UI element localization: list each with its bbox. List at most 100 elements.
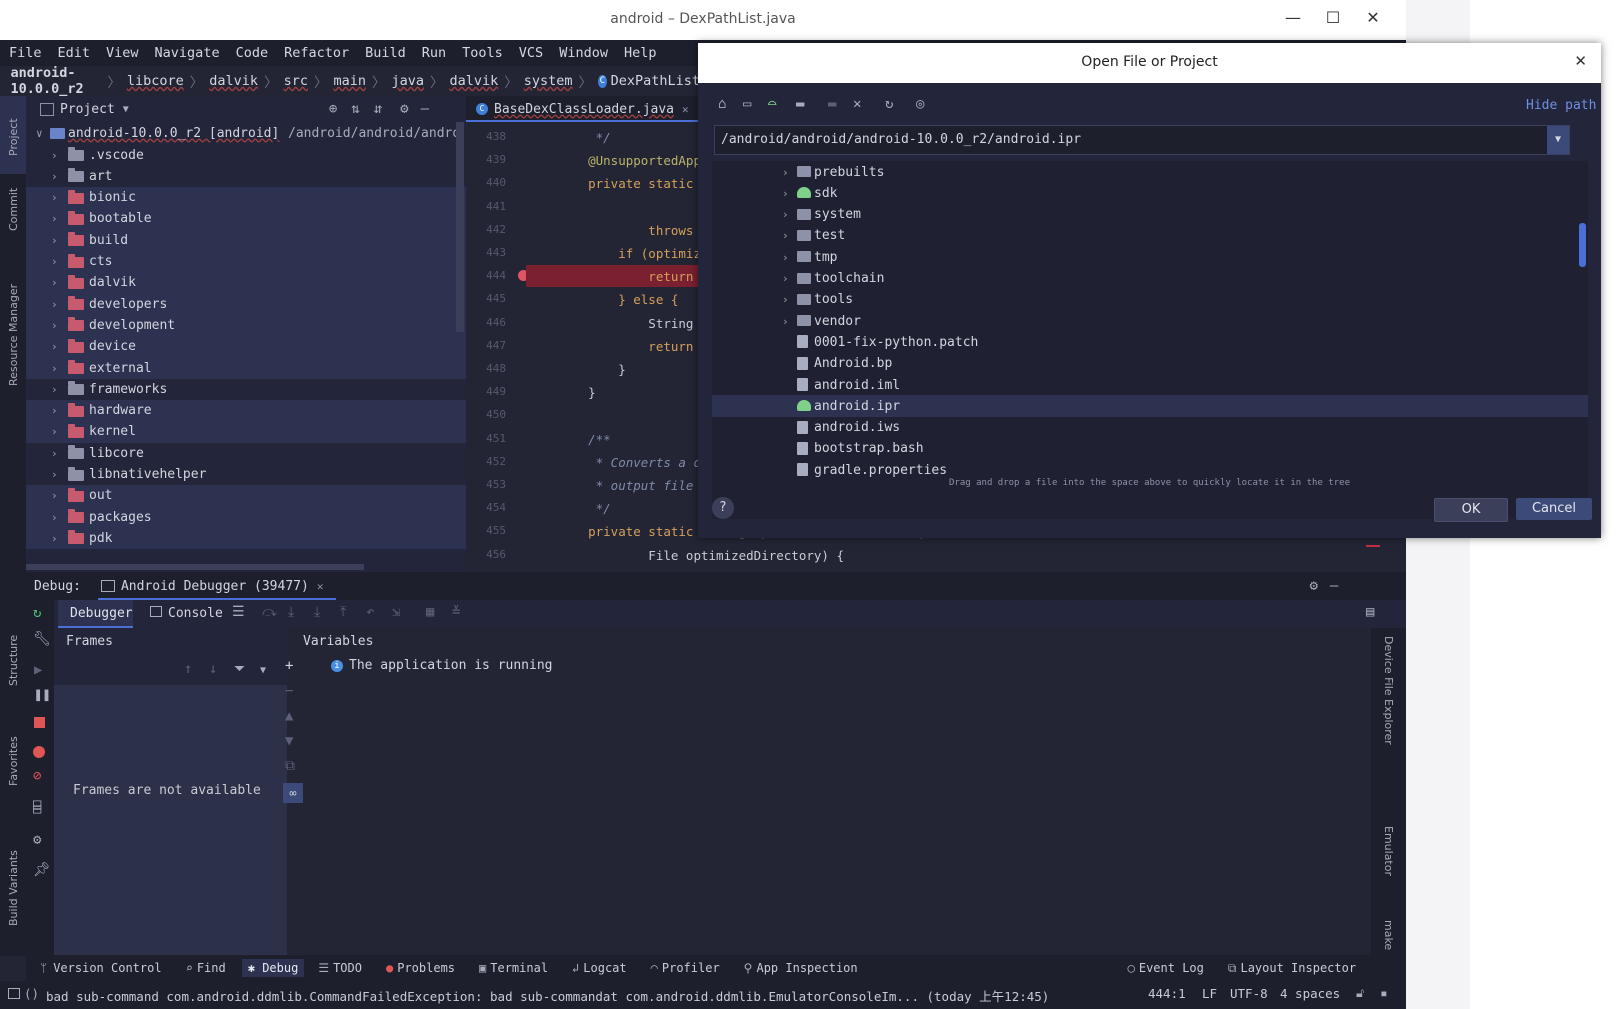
path-history-dropdown[interactable]: ▼ <box>1547 126 1569 154</box>
chevron-down-icon[interactable]: ▼ <box>123 104 129 115</box>
chevron-right-icon[interactable]: › <box>51 276 58 289</box>
favorites-tool-tab[interactable]: Favorites <box>7 736 20 786</box>
tree-item[interactable]: › hardware <box>26 399 466 422</box>
event-log-tool[interactable]: Event Log <box>1139 961 1204 975</box>
tree-item[interactable]: › developers <box>26 293 466 316</box>
chevron-right-icon[interactable]: › <box>782 208 789 221</box>
lock-icon[interactable]: 🔓︎ <box>1356 985 1364 1001</box>
stop-icon[interactable] <box>34 717 45 728</box>
expand-all-icon[interactable]: ⇅ <box>351 101 359 117</box>
menu-lines-icon[interactable]: ☰ <box>232 604 245 620</box>
breadcrumb-item[interactable]: android-10.0.0_r2 <box>11 65 102 97</box>
chevron-right-icon[interactable]: › <box>782 187 789 200</box>
delete-icon[interactable]: ✕ <box>853 96 861 112</box>
menu-view[interactable]: View <box>97 45 146 61</box>
gear-icon[interactable]: ⚙ <box>400 101 408 117</box>
find-tool[interactable]: Find <box>197 961 226 975</box>
breadcrumb-item[interactable]: DexPathList <box>611 73 700 89</box>
tree-item[interactable]: › pdk <box>26 527 466 550</box>
close-icon[interactable]: ✕ <box>1358 8 1388 27</box>
menu-code[interactable]: Code <box>227 45 276 61</box>
chevron-right-icon[interactable]: › <box>782 229 789 242</box>
make-tool-tab[interactable]: make <box>1382 920 1395 950</box>
home-icon[interactable]: ⌂ <box>718 96 726 112</box>
chevron-right-icon[interactable]: › <box>782 315 789 328</box>
new-folder-icon[interactable]: ▬ <box>828 96 836 112</box>
chevron-right-icon[interactable]: › <box>51 511 58 524</box>
show-execution-point-icon[interactable]: ⤼ <box>262 604 277 620</box>
chevron-right-icon[interactable]: › <box>51 255 58 268</box>
chevron-right-icon[interactable]: › <box>51 404 58 417</box>
resume-icon[interactable]: ▶ <box>34 662 42 678</box>
menu-run[interactable]: Run <box>413 45 453 61</box>
chevron-right-icon[interactable]: › <box>51 319 58 332</box>
help-button[interactable]: ? <box>712 497 734 519</box>
desktop-icon[interactable]: ▭ <box>743 96 751 112</box>
mute-breakpoints-icon[interactable]: ⊘ <box>33 768 41 784</box>
android-icon[interactable]: ⌓ <box>768 96 776 112</box>
emulator-tool-tab[interactable]: Emulator <box>1382 826 1395 876</box>
settings-icon[interactable]: ⚙ <box>33 832 41 848</box>
layout-settings-icon[interactable]: ▤ <box>1366 604 1374 620</box>
breadcrumb-item[interactable]: src <box>284 73 308 89</box>
chevron-right-icon[interactable]: › <box>51 212 58 225</box>
chevron-right-icon[interactable]: › <box>51 489 58 502</box>
filter-icon[interactable]: ⏷ <box>234 661 245 677</box>
frames-list[interactable]: ↑ ↓ ⏷ ▼ Frames are not available <box>54 657 287 960</box>
pause-icon[interactable]: ❚❚ <box>34 687 51 703</box>
problems-tool[interactable]: Problems <box>397 961 455 975</box>
caret-position[interactable]: 444:1 <box>1148 986 1186 1001</box>
hide-path-link[interactable]: Hide path <box>1526 98 1596 113</box>
layout-inspector-tool[interactable]: Layout Inspector <box>1240 961 1356 975</box>
view-breakpoints-icon[interactable] <box>33 746 45 758</box>
tree-item[interactable]: › frameworks <box>26 378 466 400</box>
pin-icon[interactable]: 📌︎ <box>33 862 51 878</box>
evaluate-icon[interactable]: ▦ <box>426 604 434 620</box>
file-tree-item[interactable]: android.iml <box>712 374 1588 396</box>
step-over-icon[interactable]: ⤓ <box>288 604 294 620</box>
chevron-right-icon[interactable]: › <box>51 362 58 375</box>
chevron-right-icon[interactable]: › <box>51 425 58 438</box>
hide-icon[interactable]: — <box>421 101 429 117</box>
menu-window[interactable]: Window <box>550 45 615 61</box>
file-tree[interactable]: › prebuilts › sdk › system › test › tmp › toolchain… <box>712 161 1588 519</box>
chevron-right-icon[interactable]: › <box>782 251 789 264</box>
refresh-icon[interactable]: ↻ <box>885 96 893 112</box>
chevron-right-icon[interactable]: › <box>782 166 789 179</box>
tree-item[interactable]: › cts <box>26 250 466 273</box>
file-tree-item[interactable]: › prebuilts <box>712 161 1588 183</box>
drop-frame-icon[interactable]: ↶ <box>366 604 374 620</box>
menu-refactor[interactable]: Refactor <box>275 45 356 61</box>
tree-item[interactable]: › bootable <box>26 207 466 230</box>
tree-item[interactable]: › out <box>26 484 466 507</box>
error-stripe-marker[interactable] <box>1366 545 1380 547</box>
project-panel-title[interactable]: Project <box>60 102 115 117</box>
cancel-button[interactable]: Cancel <box>1516 498 1592 520</box>
chevron-down-icon[interactable]: ▼ <box>260 665 266 676</box>
tree-item[interactable]: › art <box>26 165 466 187</box>
trace-icon[interactable]: ≚ <box>452 604 460 620</box>
tree-item[interactable]: › bionic <box>26 186 466 209</box>
status-message[interactable]: bad sub-command com.android.ddmlib.Comma… <box>46 986 1049 1005</box>
file-encoding[interactable]: UTF-8 <box>1230 986 1268 1001</box>
chevron-right-icon[interactable]: › <box>51 447 58 460</box>
minimize-icon[interactable]: — <box>1278 8 1308 27</box>
menu-help[interactable]: Help <box>615 45 664 61</box>
chevron-right-icon[interactable]: › <box>782 272 789 285</box>
debug-session-tab[interactable]: Android Debugger (39477) <box>121 579 309 594</box>
tab-base-dex-class-loader[interactable]: BaseDexClassLoader.java <box>494 102 674 117</box>
breadcrumb-item[interactable]: java <box>391 73 424 89</box>
file-tree-item[interactable]: › vendor <box>712 310 1588 332</box>
chevron-right-icon[interactable]: › <box>51 383 58 396</box>
file-tree-item[interactable]: › test <box>712 225 1588 247</box>
version-control-tool[interactable]: Version Control <box>53 961 161 975</box>
notifications-icon[interactable]: ▪ <box>1380 985 1388 1000</box>
breadcrumb-item[interactable]: dalvik <box>449 73 498 89</box>
ok-button[interactable]: OK <box>1434 498 1508 522</box>
rerun-icon[interactable]: ↻ <box>33 605 41 621</box>
file-tree-item[interactable]: bootstrap.bash <box>712 438 1588 460</box>
close-tab-icon[interactable]: ✕ <box>682 103 689 116</box>
tree-item[interactable]: › .vscode <box>26 144 466 166</box>
collapse-all-icon[interactable]: ⇵ <box>374 101 382 117</box>
chevron-right-icon[interactable]: › <box>51 149 58 162</box>
